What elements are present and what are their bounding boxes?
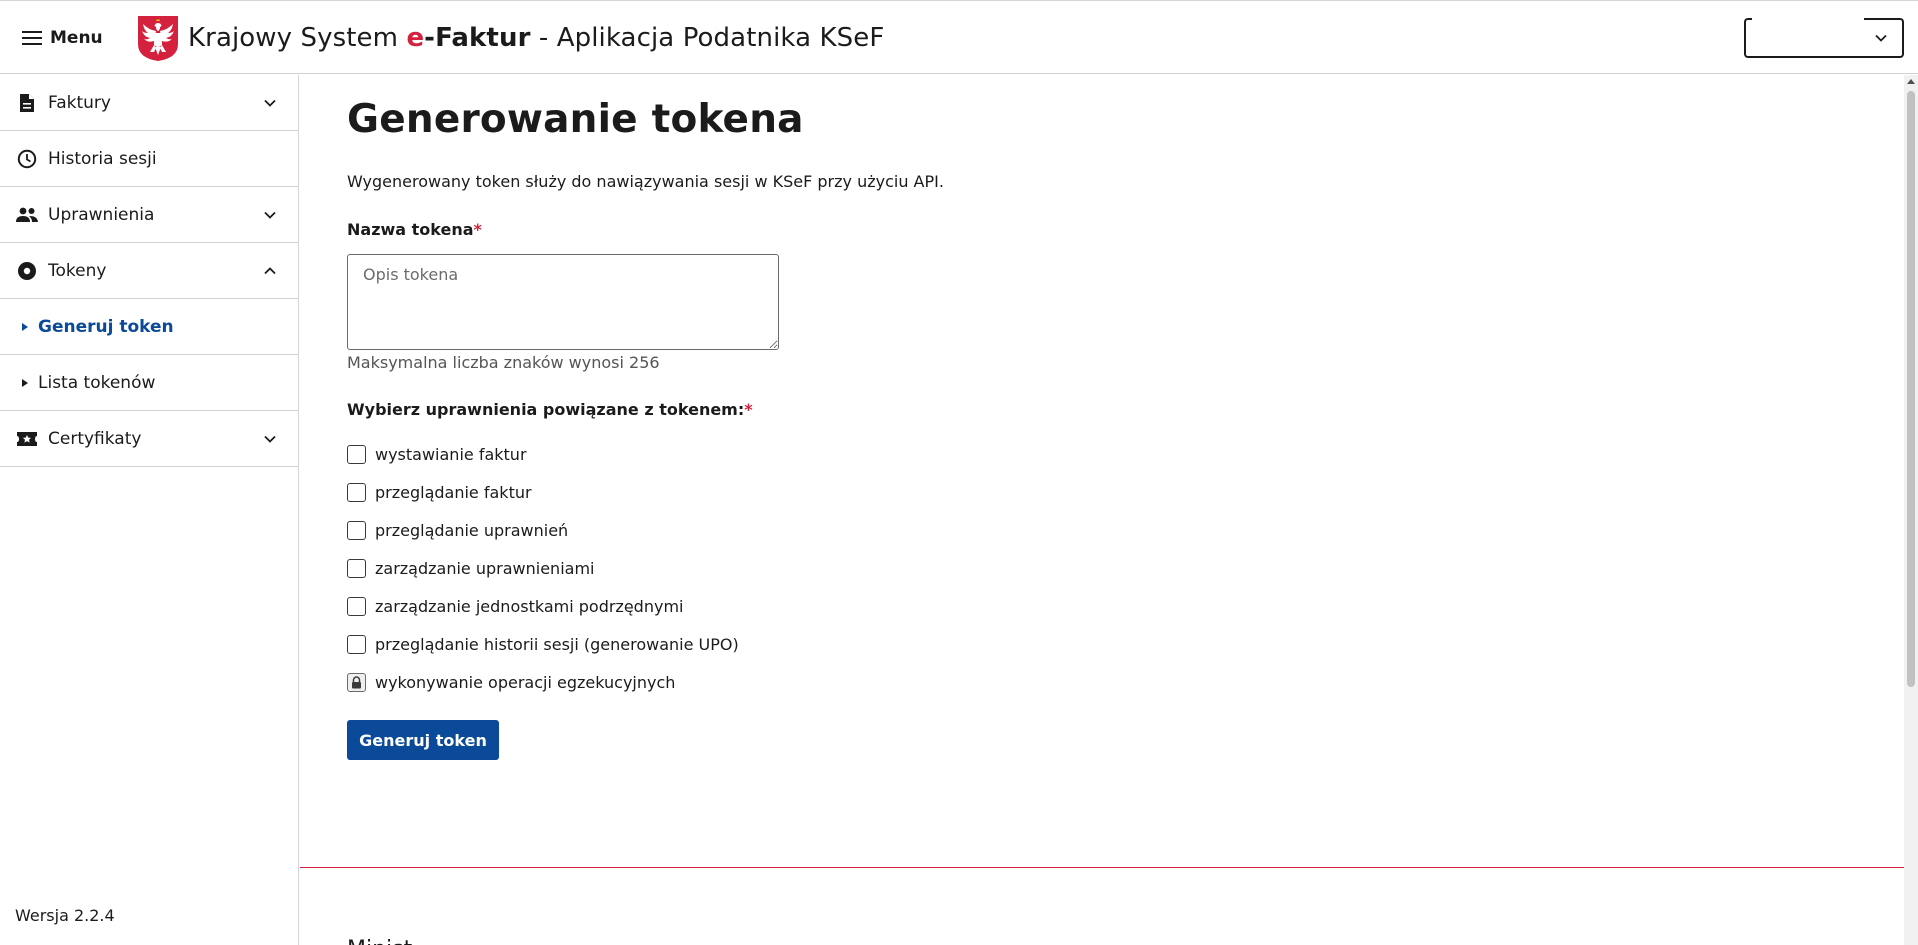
page-scrollbar[interactable] bbox=[1904, 75, 1918, 945]
chevron-down-icon bbox=[264, 435, 276, 443]
sidebar-item-certyfikaty[interactable]: Certyfikaty bbox=[0, 411, 298, 467]
permission-przegladanie-uprawnien[interactable]: przeglądanie uprawnień bbox=[347, 511, 739, 549]
checkbox[interactable] bbox=[347, 482, 366, 502]
menu-button[interactable]: Menu bbox=[22, 23, 103, 53]
main-content: Generowanie tokena Wygenerowany token sł… bbox=[300, 75, 1904, 945]
chevron-down-icon bbox=[1875, 34, 1887, 42]
bullet-triangle-icon bbox=[22, 378, 28, 387]
document-icon bbox=[16, 92, 38, 114]
language-select[interactable] bbox=[1744, 18, 1904, 58]
sidebar-item-tokeny[interactable]: Tokeny bbox=[0, 243, 298, 299]
sidebar-item-label: Historia sesji bbox=[48, 148, 157, 169]
menu-label: Menu bbox=[50, 28, 103, 48]
permission-operacje-egzekucyjne: wykonywanie operacji egzekucyjnych bbox=[347, 663, 739, 701]
sidebar-item-uprawnienia[interactable]: Uprawnienia bbox=[0, 187, 298, 243]
permission-zarzadzanie-jednostkami[interactable]: zarządzanie jednostkami podrzędnymi bbox=[347, 587, 739, 625]
sidebar-subitem-generuj-token[interactable]: Generuj token bbox=[0, 299, 298, 355]
token-name-hint: Maksymalna liczba znaków wynosi 256 bbox=[347, 353, 660, 372]
sidebar-subitem-lista-tokenow[interactable]: Lista tokenów bbox=[0, 355, 298, 411]
checkbox[interactable] bbox=[347, 558, 366, 578]
sidebar: Faktury Historia sesji Uprawnienia Token… bbox=[0, 75, 299, 945]
permission-label: przeglądanie faktur bbox=[375, 482, 532, 502]
app-header: Menu Krajowy System e-Faktur - Aplikacja… bbox=[0, 0, 1918, 74]
polish-eagle-emblem-icon bbox=[138, 16, 178, 61]
generate-token-button[interactable]: Generuj token bbox=[347, 720, 499, 760]
required-mark: * bbox=[473, 220, 482, 239]
chevron-down-icon bbox=[264, 99, 276, 107]
sidebar-item-label: Uprawnienia bbox=[48, 204, 155, 225]
token-name-label-text: Nazwa tokena bbox=[347, 220, 474, 239]
certificate-icon bbox=[16, 428, 38, 450]
sidebar-subitem-label: Generuj token bbox=[38, 316, 174, 337]
title-prefix: Krajowy System bbox=[188, 23, 407, 53]
title-suffix: - Aplikacja Podatnika KSeF bbox=[530, 23, 885, 53]
scroll-up-arrow-icon[interactable] bbox=[1907, 79, 1915, 84]
title-brand-e: e bbox=[406, 23, 425, 53]
checkbox[interactable] bbox=[347, 596, 366, 616]
sidebar-item-historia-sesji[interactable]: Historia sesji bbox=[0, 131, 298, 187]
permission-label: wykonywanie operacji egzekucyjnych bbox=[375, 672, 676, 692]
checkbox[interactable] bbox=[347, 444, 366, 464]
sidebar-subitem-label: Lista tokenów bbox=[38, 372, 156, 393]
permissions-label: Wybierz uprawnienia powiązane z tokenem:… bbox=[347, 400, 753, 419]
page-description: Wygenerowany token służy do nawiązywania… bbox=[347, 172, 944, 191]
app-logo[interactable]: Krajowy System e-Faktur - Aplikacja Poda… bbox=[136, 14, 884, 62]
permission-przegladanie-faktur[interactable]: przeglądanie faktur bbox=[347, 473, 739, 511]
sidebar-item-label: Tokeny bbox=[48, 260, 107, 281]
clock-icon bbox=[16, 148, 38, 170]
checkbox-locked bbox=[347, 672, 366, 692]
lock-icon bbox=[352, 675, 361, 688]
token-name-input[interactable] bbox=[347, 254, 779, 350]
sidebar-item-faktury[interactable]: Faktury bbox=[0, 75, 298, 131]
sidebar-item-label: Certyfikaty bbox=[48, 428, 142, 449]
chevron-up-icon bbox=[264, 267, 276, 275]
token-name-label: Nazwa tokena* bbox=[347, 220, 482, 239]
permission-historia-sesji-upo[interactable]: przeglądanie historii sesji (generowanie… bbox=[347, 625, 739, 663]
permission-label: zarządzanie uprawnieniami bbox=[375, 558, 595, 578]
title-brand-faktur: -Faktur bbox=[424, 23, 531, 53]
required-mark: * bbox=[744, 400, 753, 419]
permission-label: przeglądanie historii sesji (generowanie… bbox=[375, 634, 739, 654]
permission-label: przeglądanie uprawnień bbox=[375, 520, 569, 540]
people-icon bbox=[16, 204, 38, 226]
checkbox[interactable] bbox=[347, 634, 366, 654]
permissions-label-text: Wybierz uprawnienia powiązane z tokenem: bbox=[347, 400, 745, 419]
bullet-triangle-icon bbox=[22, 322, 28, 331]
scrollbar-thumb[interactable] bbox=[1907, 91, 1915, 687]
app-version: Wersja 2.2.4 bbox=[15, 906, 115, 925]
app-title: Krajowy System e-Faktur - Aplikacja Poda… bbox=[188, 23, 884, 53]
hamburger-icon bbox=[22, 31, 42, 45]
permission-zarzadzanie-uprawnieniami[interactable]: zarządzanie uprawnieniami bbox=[347, 549, 739, 587]
permission-wystawianie-faktur[interactable]: wystawianie faktur bbox=[347, 435, 739, 473]
sidebar-item-label: Faktury bbox=[48, 92, 111, 113]
chevron-down-icon bbox=[264, 211, 276, 219]
permission-label: zarządzanie jednostkami podrzędnymi bbox=[375, 596, 684, 616]
footer-divider bbox=[300, 867, 1904, 868]
permissions-list: wystawianie faktur przeglądanie faktur p… bbox=[347, 435, 739, 701]
checkbox[interactable] bbox=[347, 520, 366, 540]
page-title: Generowanie tokena bbox=[347, 97, 804, 142]
token-icon bbox=[16, 260, 38, 282]
permission-label: wystawianie faktur bbox=[375, 444, 527, 464]
footer-partial-text: Minist... bbox=[347, 937, 433, 945]
